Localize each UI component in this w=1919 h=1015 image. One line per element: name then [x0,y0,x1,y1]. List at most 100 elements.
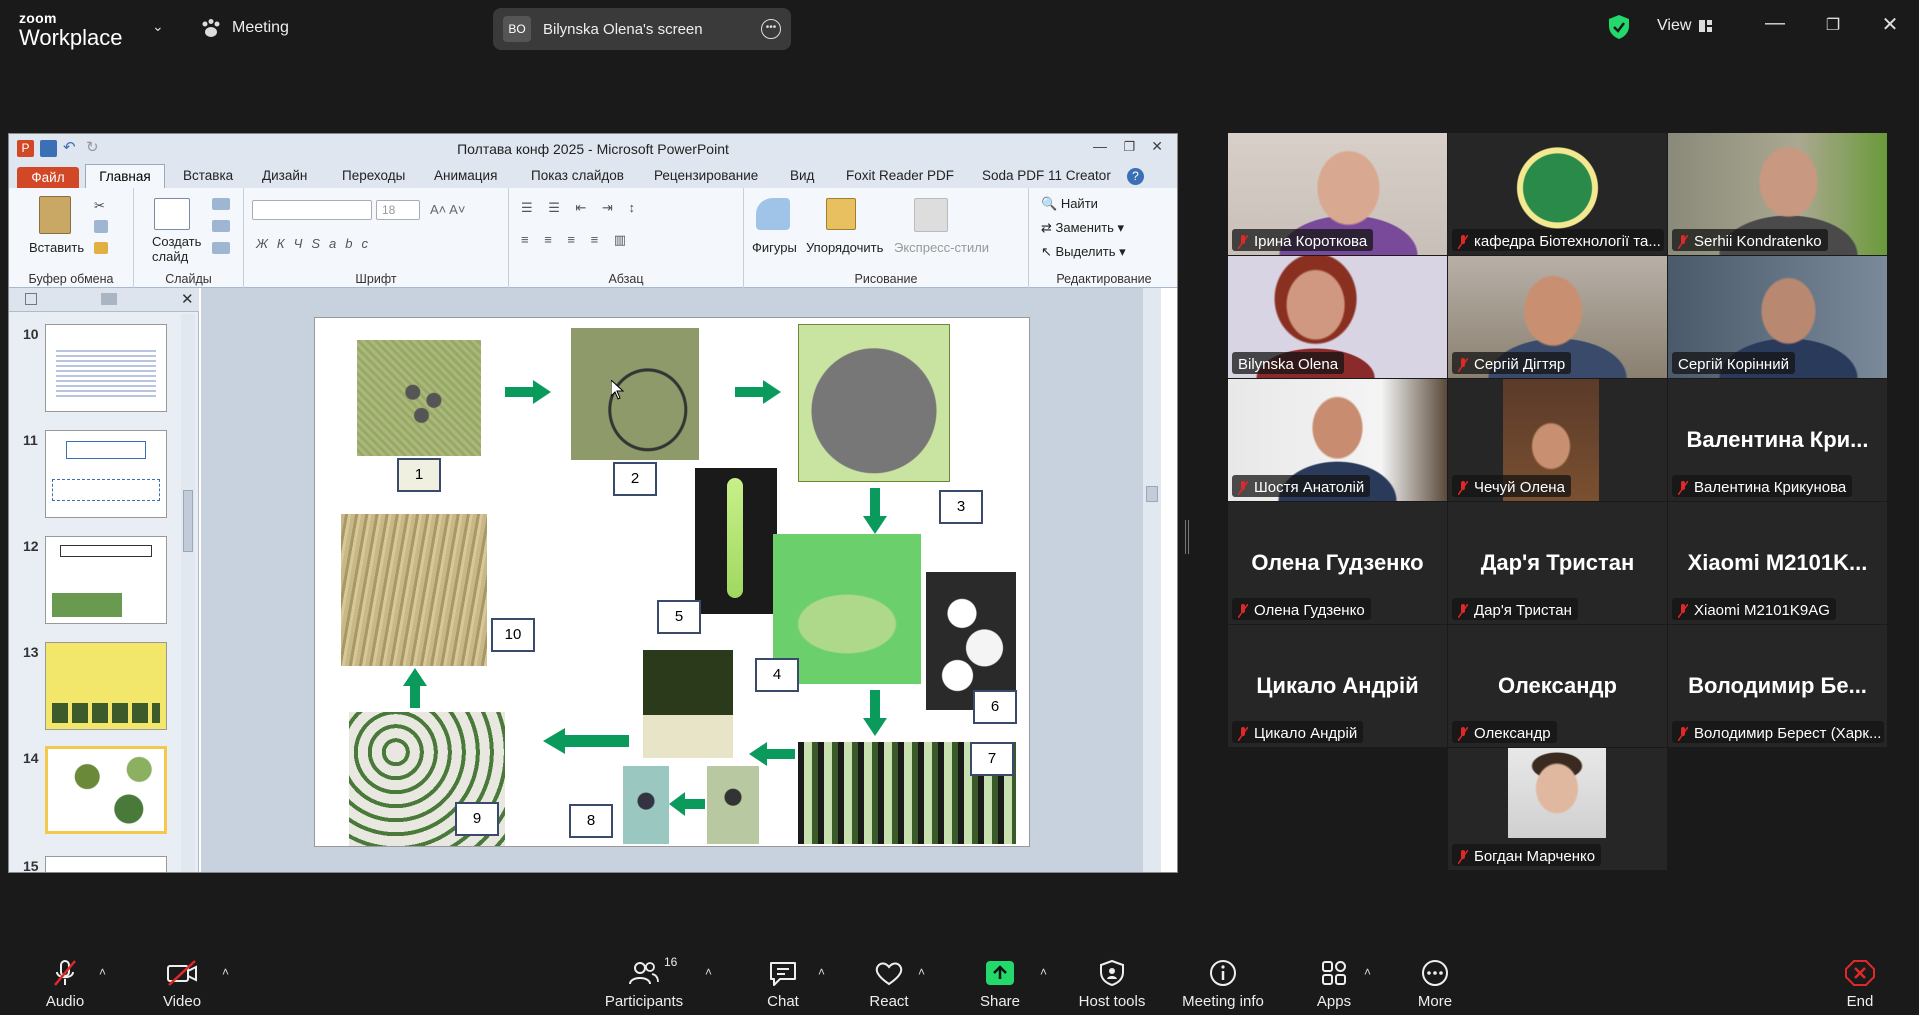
audio-options-caret[interactable]: ˄ [99,965,106,979]
list-buttons[interactable]: ☰ ☰ ⇤ ⇥ ↕ [521,200,641,216]
tab-soda[interactable]: Soda PDF 11 Creator [982,168,1111,183]
tab-view[interactable]: Вид [790,168,814,183]
font-name-select[interactable] [252,200,372,220]
slide-thumbnail-pane[interactable]: ✕ 10 11 12 13 14 15 [9,288,199,872]
view-button[interactable]: View [1657,17,1713,35]
participant-tile[interactable]: Сергій Дігтяр [1448,256,1667,378]
arrow-left-icon [669,792,705,816]
meeting-info-button[interactable]: Meeting info [1172,945,1274,1015]
chat-button[interactable]: Chat [750,945,816,1015]
pane-close-icon[interactable]: ✕ [181,290,194,308]
format-painter-icon[interactable] [94,242,108,254]
chevron-down-icon[interactable]: ⌄ [152,18,164,35]
participant-tile[interactable]: Володимир Бе... Володимир Берест (Харк..… [1668,625,1887,747]
arrange-icon[interactable] [826,198,856,230]
tab-foxit[interactable]: Foxit Reader PDF [846,168,954,183]
security-shield-icon[interactable] [1608,14,1630,40]
ppt-restore-icon[interactable]: ❐ [1123,139,1135,155]
close-icon[interactable]: ✕ [1875,12,1905,37]
reset-icon[interactable] [212,220,230,232]
video-options-caret[interactable]: ˄ [222,965,229,979]
tab-animation[interactable]: Анимация [434,168,497,183]
font-format-buttons[interactable]: ЖКЧSabc [256,236,377,251]
participant-tile[interactable]: Валентина Кри... Валентина Крикунова [1668,379,1887,501]
slide-thumbnail[interactable] [45,430,167,518]
grow-font-icon[interactable]: A˄ A˅ [430,202,465,217]
slide-thumbnail[interactable] [45,536,167,624]
font-size-select[interactable]: 18 [376,200,420,220]
current-slide[interactable]: 1 2 3 4 5 6 7 8 9 10 [314,317,1030,847]
participant-tile[interactable]: Олександр Олександр [1448,625,1667,747]
slide-thumbnail[interactable] [45,856,167,872]
select-button[interactable]: ↖ Выделить ▾ [1041,244,1126,260]
find-button[interactable]: 🔍 Найти [1041,196,1098,212]
participant-tile[interactable]: Ірина Короткова [1228,133,1447,255]
slide-scrollbar-thumb[interactable] [1146,486,1158,502]
shapes-icon[interactable] [756,198,790,230]
participant-tile[interactable]: Олена Гудзенко Олена Гудзенко [1228,502,1447,624]
host-tools-button[interactable]: Host tools [1072,945,1152,1015]
copy-icon[interactable] [94,220,108,233]
quick-styles-label[interactable]: Экспресс-стили [894,240,989,255]
participant-tile[interactable]: Serhii Kondratenko [1668,133,1887,255]
participants-button[interactable]: 16 Participants [598,945,690,1015]
scrollbar-thumb[interactable] [183,490,193,552]
participant-tile-active-speaker[interactable]: Bilynska Olena [1228,256,1447,378]
arrange-label[interactable]: Упорядочить [806,240,883,255]
slide-thumbnail[interactable] [45,642,167,730]
more-button[interactable]: More [1404,945,1466,1015]
slide-thumbnail[interactable] [45,324,167,412]
participant-tile[interactable]: кафедра Біотехнології та... [1448,133,1667,255]
slide-scrollbar[interactable] [1143,288,1161,872]
cut-icon[interactable]: ✂ [94,198,108,213]
participant-tile[interactable]: Богдан Марченко [1448,748,1667,870]
tab-slideshow[interactable]: Показ слайдов [531,168,624,183]
tab-insert[interactable]: Вставка [183,168,233,183]
audio-button[interactable]: Audio [30,945,100,1015]
apps-button[interactable]: Apps [1302,945,1366,1015]
participant-tile[interactable]: Дар'я Тристан Дар'я Тристан [1448,502,1667,624]
ppt-close-icon[interactable]: ✕ [1151,138,1163,155]
slide-thumbnail-active[interactable] [45,746,167,834]
align-buttons[interactable]: ≡ ≡ ≡ ≡ ▥ [521,232,632,248]
chat-options-caret[interactable]: ˄ [818,965,825,979]
replace-button[interactable]: ⇄ Заменить ▾ [1041,220,1124,236]
participant-tile[interactable]: Шостя Анатолій [1228,379,1447,501]
layout-icon[interactable] [212,198,230,210]
quick-styles-icon[interactable] [914,198,948,232]
minimize-icon[interactable]: — [1760,12,1790,35]
participant-tile[interactable]: Цикало Андрій Цикало Андрій [1228,625,1447,747]
screen-share-pill[interactable]: BO Bilynska Olena's screen ••• [493,8,791,50]
tab-file[interactable]: Файл [17,167,79,188]
video-button[interactable]: Video [146,945,218,1015]
help-icon[interactable]: ? [1127,168,1144,185]
tab-review[interactable]: Рецензирование [654,168,758,183]
apps-options-caret[interactable]: ˄ [1364,965,1371,979]
section-icon[interactable] [212,242,230,254]
meeting-menu[interactable]: Meeting [200,18,289,38]
tab-design[interactable]: Дизайн [262,168,307,183]
slides-tab-icon[interactable] [25,293,37,305]
tab-transitions[interactable]: Переходы [342,168,405,183]
new-slide-label[interactable]: Создать слайд [152,234,206,264]
participants-options-caret[interactable]: ˄ [705,965,712,979]
panel-splitter-handle[interactable] [1185,520,1189,554]
new-slide-icon[interactable] [154,198,190,230]
share-button[interactable]: Share [966,945,1034,1015]
participant-tile[interactable]: Xiaomi M2101K... Xiaomi M2101K9AG [1668,502,1887,624]
react-button[interactable]: React [856,945,922,1015]
paste-icon[interactable] [39,196,71,234]
thumbnail-scrollbar[interactable] [181,314,195,872]
restore-icon[interactable]: ❐ [1818,15,1848,35]
tab-home[interactable]: Главная [85,164,165,188]
end-meeting-button[interactable]: End [1830,945,1890,1015]
outline-tab-icon[interactable] [101,293,117,305]
participant-tile[interactable]: Сергій Корінний [1668,256,1887,378]
more-options-icon[interactable]: ••• [761,19,781,39]
paste-label[interactable]: Вставить [29,240,84,255]
share-options-caret[interactable]: ˄ [1040,965,1047,979]
shapes-label[interactable]: Фигуры [752,240,797,255]
participant-tile[interactable]: Чечуй Олена [1448,379,1667,501]
react-options-caret[interactable]: ˄ [918,965,925,979]
ppt-minimize-icon[interactable]: — [1093,138,1107,154]
